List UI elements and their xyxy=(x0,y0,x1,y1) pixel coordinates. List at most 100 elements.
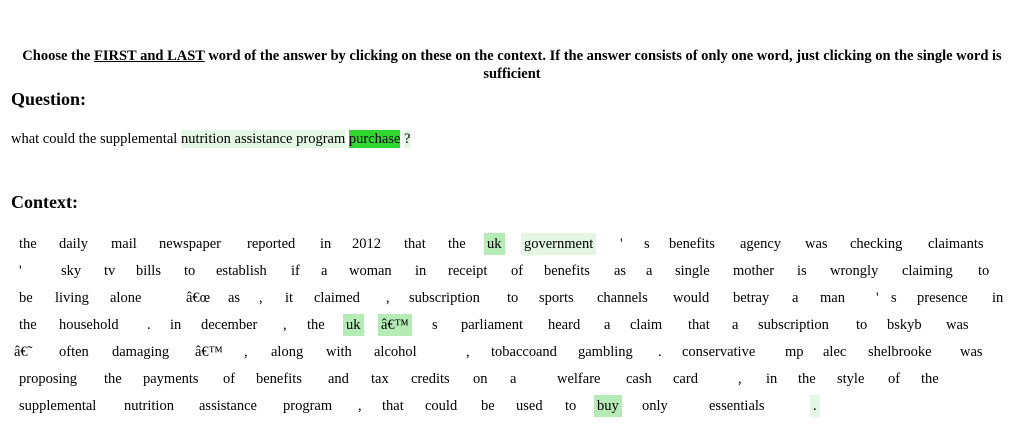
context-word[interactable]: uk xyxy=(343,314,364,336)
context-word[interactable]: that xyxy=(401,233,429,255)
context-word[interactable]: gambling xyxy=(575,341,636,363)
context-word[interactable]: newspaper xyxy=(156,233,224,255)
context-word[interactable]: daily xyxy=(56,233,91,255)
context-word[interactable]: a xyxy=(601,314,613,336)
context-word[interactable]: alcohol xyxy=(371,341,420,363)
context-word[interactable]: . xyxy=(144,314,154,336)
context-word[interactable]: tax xyxy=(368,368,392,390)
context-word[interactable]: the xyxy=(101,368,125,390)
context-word[interactable]: a xyxy=(729,314,741,336)
context-word[interactable]: subscription xyxy=(755,314,832,336)
context-word[interactable]: in xyxy=(167,314,184,336)
context-word[interactable]: on xyxy=(470,368,491,390)
context-word[interactable]: betray xyxy=(730,287,772,309)
context-word[interactable]: of xyxy=(885,368,903,390)
context-word[interactable]: with xyxy=(323,341,355,363)
context-word[interactable]: channels xyxy=(594,287,651,309)
context-word[interactable]: to xyxy=(562,395,579,417)
context-word[interactable]: claimed xyxy=(311,287,363,309)
context-word[interactable]: and xyxy=(533,341,560,363)
context-word[interactable]: to xyxy=(975,260,992,282)
context-word[interactable]: credits xyxy=(408,368,453,390)
context-word[interactable]: benefits xyxy=(541,260,593,282)
context-word[interactable]: single xyxy=(672,260,713,282)
context-word[interactable]: . xyxy=(655,341,665,363)
context-word[interactable]: in xyxy=(412,260,429,282)
context-word[interactable]: sports xyxy=(536,287,577,309)
context-word[interactable]: claimants xyxy=(925,233,987,255)
context-word[interactable]: woman xyxy=(346,260,395,282)
context-word[interactable]: benefits xyxy=(666,233,718,255)
context-word[interactable]: â€™ xyxy=(378,314,412,336)
context-word[interactable]: parliament xyxy=(458,314,526,336)
context-word[interactable]: , xyxy=(256,287,266,309)
context-word[interactable]: the xyxy=(918,368,942,390)
context-word[interactable]: in xyxy=(317,233,334,255)
context-word[interactable]: bskyb xyxy=(884,314,925,336)
context-word[interactable]: alec xyxy=(820,341,849,363)
context-word[interactable]: , xyxy=(463,341,473,363)
context-word[interactable]: be xyxy=(16,287,36,309)
context-word[interactable]: uk xyxy=(484,233,505,255)
context-word[interactable]: ' xyxy=(617,233,626,255)
context-word[interactable]: receipt xyxy=(445,260,490,282)
context-word[interactable]: was xyxy=(957,341,986,363)
context-word[interactable]: bills xyxy=(133,260,164,282)
context-word[interactable]: it xyxy=(282,287,296,309)
context-word[interactable]: shelbrooke xyxy=(865,341,935,363)
context-word[interactable]: mp xyxy=(782,341,807,363)
context-word[interactable]: as xyxy=(225,287,243,309)
context-word[interactable]: benefits xyxy=(253,368,305,390)
context-word[interactable]: agency xyxy=(737,233,784,255)
context-word[interactable]: living xyxy=(52,287,92,309)
context-word[interactable]: ' xyxy=(16,260,25,282)
context-word[interactable]: s xyxy=(429,314,441,336)
context-word[interactable]: tobacco xyxy=(488,341,539,363)
context-word[interactable]: , xyxy=(383,287,393,309)
context-word[interactable]: sky xyxy=(58,260,84,282)
context-word[interactable]: , xyxy=(355,395,365,417)
context-word[interactable]: the xyxy=(795,368,819,390)
context-word[interactable]: is xyxy=(794,260,810,282)
context-word[interactable]: a xyxy=(789,287,801,309)
context-word[interactable]: often xyxy=(56,341,92,363)
context-word[interactable]: style xyxy=(834,368,867,390)
context-word[interactable]: a xyxy=(507,368,519,390)
context-word[interactable]: used xyxy=(513,395,546,417)
context-word[interactable]: tv xyxy=(101,260,118,282)
context-word[interactable]: government xyxy=(521,233,597,255)
context-word[interactable]: , xyxy=(280,314,290,336)
context-word[interactable]: supplemental xyxy=(16,395,99,417)
context-word[interactable]: checking xyxy=(847,233,905,255)
context-word[interactable]: subscription xyxy=(406,287,483,309)
context-word[interactable]: a xyxy=(318,260,330,282)
context-word[interactable]: , xyxy=(241,341,251,363)
context-word[interactable]: december xyxy=(198,314,260,336)
context-word[interactable]: alone xyxy=(107,287,144,309)
context-word[interactable]: nutrition xyxy=(121,395,177,417)
context-word[interactable]: was xyxy=(943,314,972,336)
context-word[interactable]: heard xyxy=(545,314,583,336)
context-word[interactable]: reported xyxy=(244,233,298,255)
context-word[interactable]: presence xyxy=(914,287,971,309)
context-word[interactable]: be xyxy=(478,395,498,417)
context-word[interactable]: cash xyxy=(623,368,655,390)
context-word[interactable]: claim xyxy=(627,314,665,336)
context-word[interactable]: ' xyxy=(873,287,882,309)
context-word[interactable]: â€™ xyxy=(192,341,226,363)
context-word[interactable]: claiming xyxy=(899,260,956,282)
context-word[interactable]: damaging xyxy=(109,341,172,363)
context-word[interactable]: could xyxy=(422,395,460,417)
context-word[interactable]: household xyxy=(56,314,122,336)
context-word[interactable]: s xyxy=(641,233,653,255)
context-word[interactable]: conservative xyxy=(679,341,758,363)
context-word[interactable]: along xyxy=(268,341,306,363)
context-word[interactable]: as xyxy=(611,260,629,282)
context-word[interactable]: that xyxy=(379,395,407,417)
context-word[interactable]: the xyxy=(16,233,40,255)
context-word[interactable]: . xyxy=(810,395,820,417)
context-word[interactable]: would xyxy=(670,287,712,309)
context-word[interactable]: was xyxy=(802,233,831,255)
context-word[interactable]: to xyxy=(504,287,521,309)
context-word[interactable]: to xyxy=(181,260,198,282)
